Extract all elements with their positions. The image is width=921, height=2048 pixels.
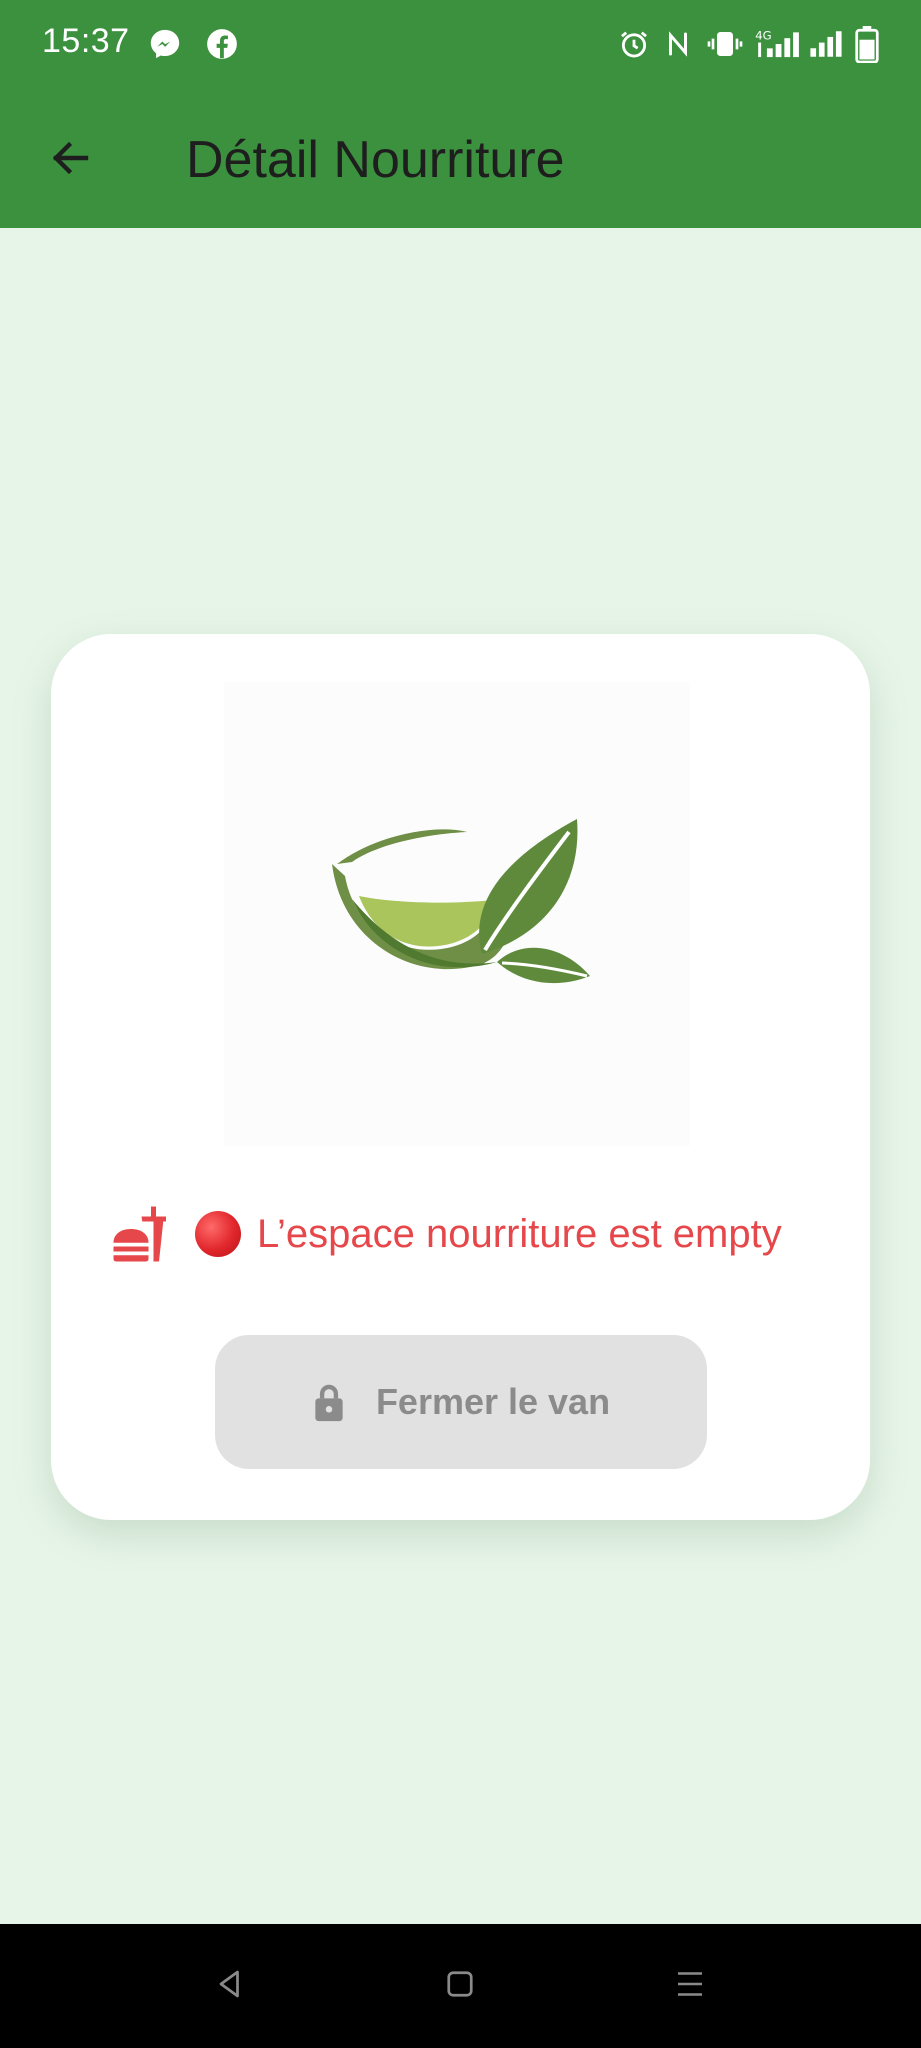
alarm-icon (616, 26, 652, 62)
close-van-label: Fermer le van (375, 1381, 611, 1422)
facebook-icon (203, 26, 241, 62)
app-bar: Détail Nourriture (0, 90, 921, 228)
svg-text:4G: 4G (755, 29, 771, 43)
back-triangle-icon (212, 1966, 248, 2007)
nav-back-button[interactable] (198, 1954, 262, 2018)
page-title: Détail Nourriture (186, 131, 565, 189)
red-status-dot (195, 1211, 241, 1257)
nav-menu-button[interactable] (658, 1954, 722, 2018)
lock-icon (312, 1382, 346, 1422)
arrow-left-icon (46, 134, 94, 187)
system-nav-bar (0, 1924, 921, 2048)
fastfood-icon (111, 1202, 175, 1266)
messenger-icon (146, 26, 184, 62)
signal-icon (808, 26, 844, 62)
nav-home-button[interactable] (428, 1954, 492, 2018)
signal-4g-icon: 4G (755, 26, 805, 62)
nfc-icon (660, 26, 696, 62)
bowl-leaf-logo (224, 682, 690, 1146)
status-bar: 15:37 4G (0, 0, 921, 90)
food-detail-card: L’espace nourriture est empty Fermer le … (51, 634, 870, 1520)
vibrate-icon (705, 26, 745, 62)
food-status-text: L’espace nourriture est empty (257, 1211, 782, 1256)
status-time: 15:37 (42, 22, 130, 60)
top-bar: 15:37 4G Détail Nourriture (0, 0, 921, 228)
back-button[interactable] (34, 124, 106, 196)
food-status-row: L’espace nourriture est empty (111, 1198, 831, 1270)
menu-lines-icon (672, 1966, 708, 2007)
battery-icon (852, 26, 882, 63)
home-square-icon (442, 1966, 478, 2007)
close-van-button[interactable]: Fermer le van (215, 1335, 707, 1469)
